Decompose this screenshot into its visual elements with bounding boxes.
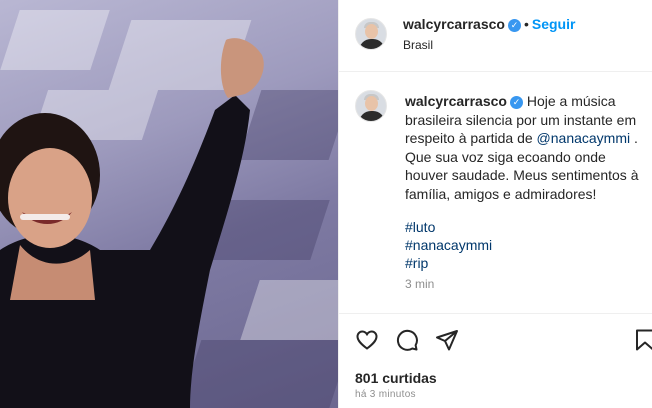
username-link[interactable]: walcyrcarrasco	[403, 16, 505, 32]
post-details-panel: walcyrcarrasco ✓ • Seguir Brasil walcyrcarr…	[338, 0, 652, 408]
comment-icon[interactable]	[395, 328, 419, 352]
send-icon[interactable]	[435, 328, 459, 352]
post-image[interactable]	[0, 0, 338, 408]
verified-badge-icon: ✓	[507, 19, 521, 32]
follow-button[interactable]: Seguir	[532, 16, 576, 32]
hashtag-link[interactable]: #nanacaymmi	[405, 236, 492, 254]
bookmark-icon[interactable]	[633, 328, 652, 352]
heart-icon[interactable]	[355, 328, 379, 352]
hashtag-link[interactable]: #rip	[405, 254, 492, 272]
post-caption: walcyrcarrasco ✓ Hoje a música brasileira…	[405, 92, 651, 203]
action-bar	[339, 313, 652, 365]
location-link[interactable]: Brasil	[403, 38, 433, 52]
post-timestamp: há 3 minutos	[355, 389, 416, 400]
likes-count[interactable]: 801 curtidas	[355, 370, 437, 386]
post-header: walcyrcarrasco ✓ • Seguir Brasil	[339, 0, 652, 72]
avatar[interactable]	[355, 18, 387, 50]
hashtag-list: #luto #nanacaymmi #rip	[405, 218, 492, 272]
hashtag-link[interactable]: #luto	[405, 218, 492, 236]
separator-dot: •	[523, 16, 529, 32]
verified-badge-icon: ✓	[509, 96, 523, 109]
caption-timestamp[interactable]: 3 min	[405, 277, 434, 291]
singer-silhouette	[0, 38, 264, 408]
mention-link[interactable]: @nanacaymmi	[537, 130, 631, 146]
header-user-line: walcyrcarrasco ✓ • Seguir	[403, 16, 575, 34]
caption-avatar[interactable]	[355, 90, 387, 122]
caption-username-link[interactable]: walcyrcarrasco	[405, 93, 507, 109]
